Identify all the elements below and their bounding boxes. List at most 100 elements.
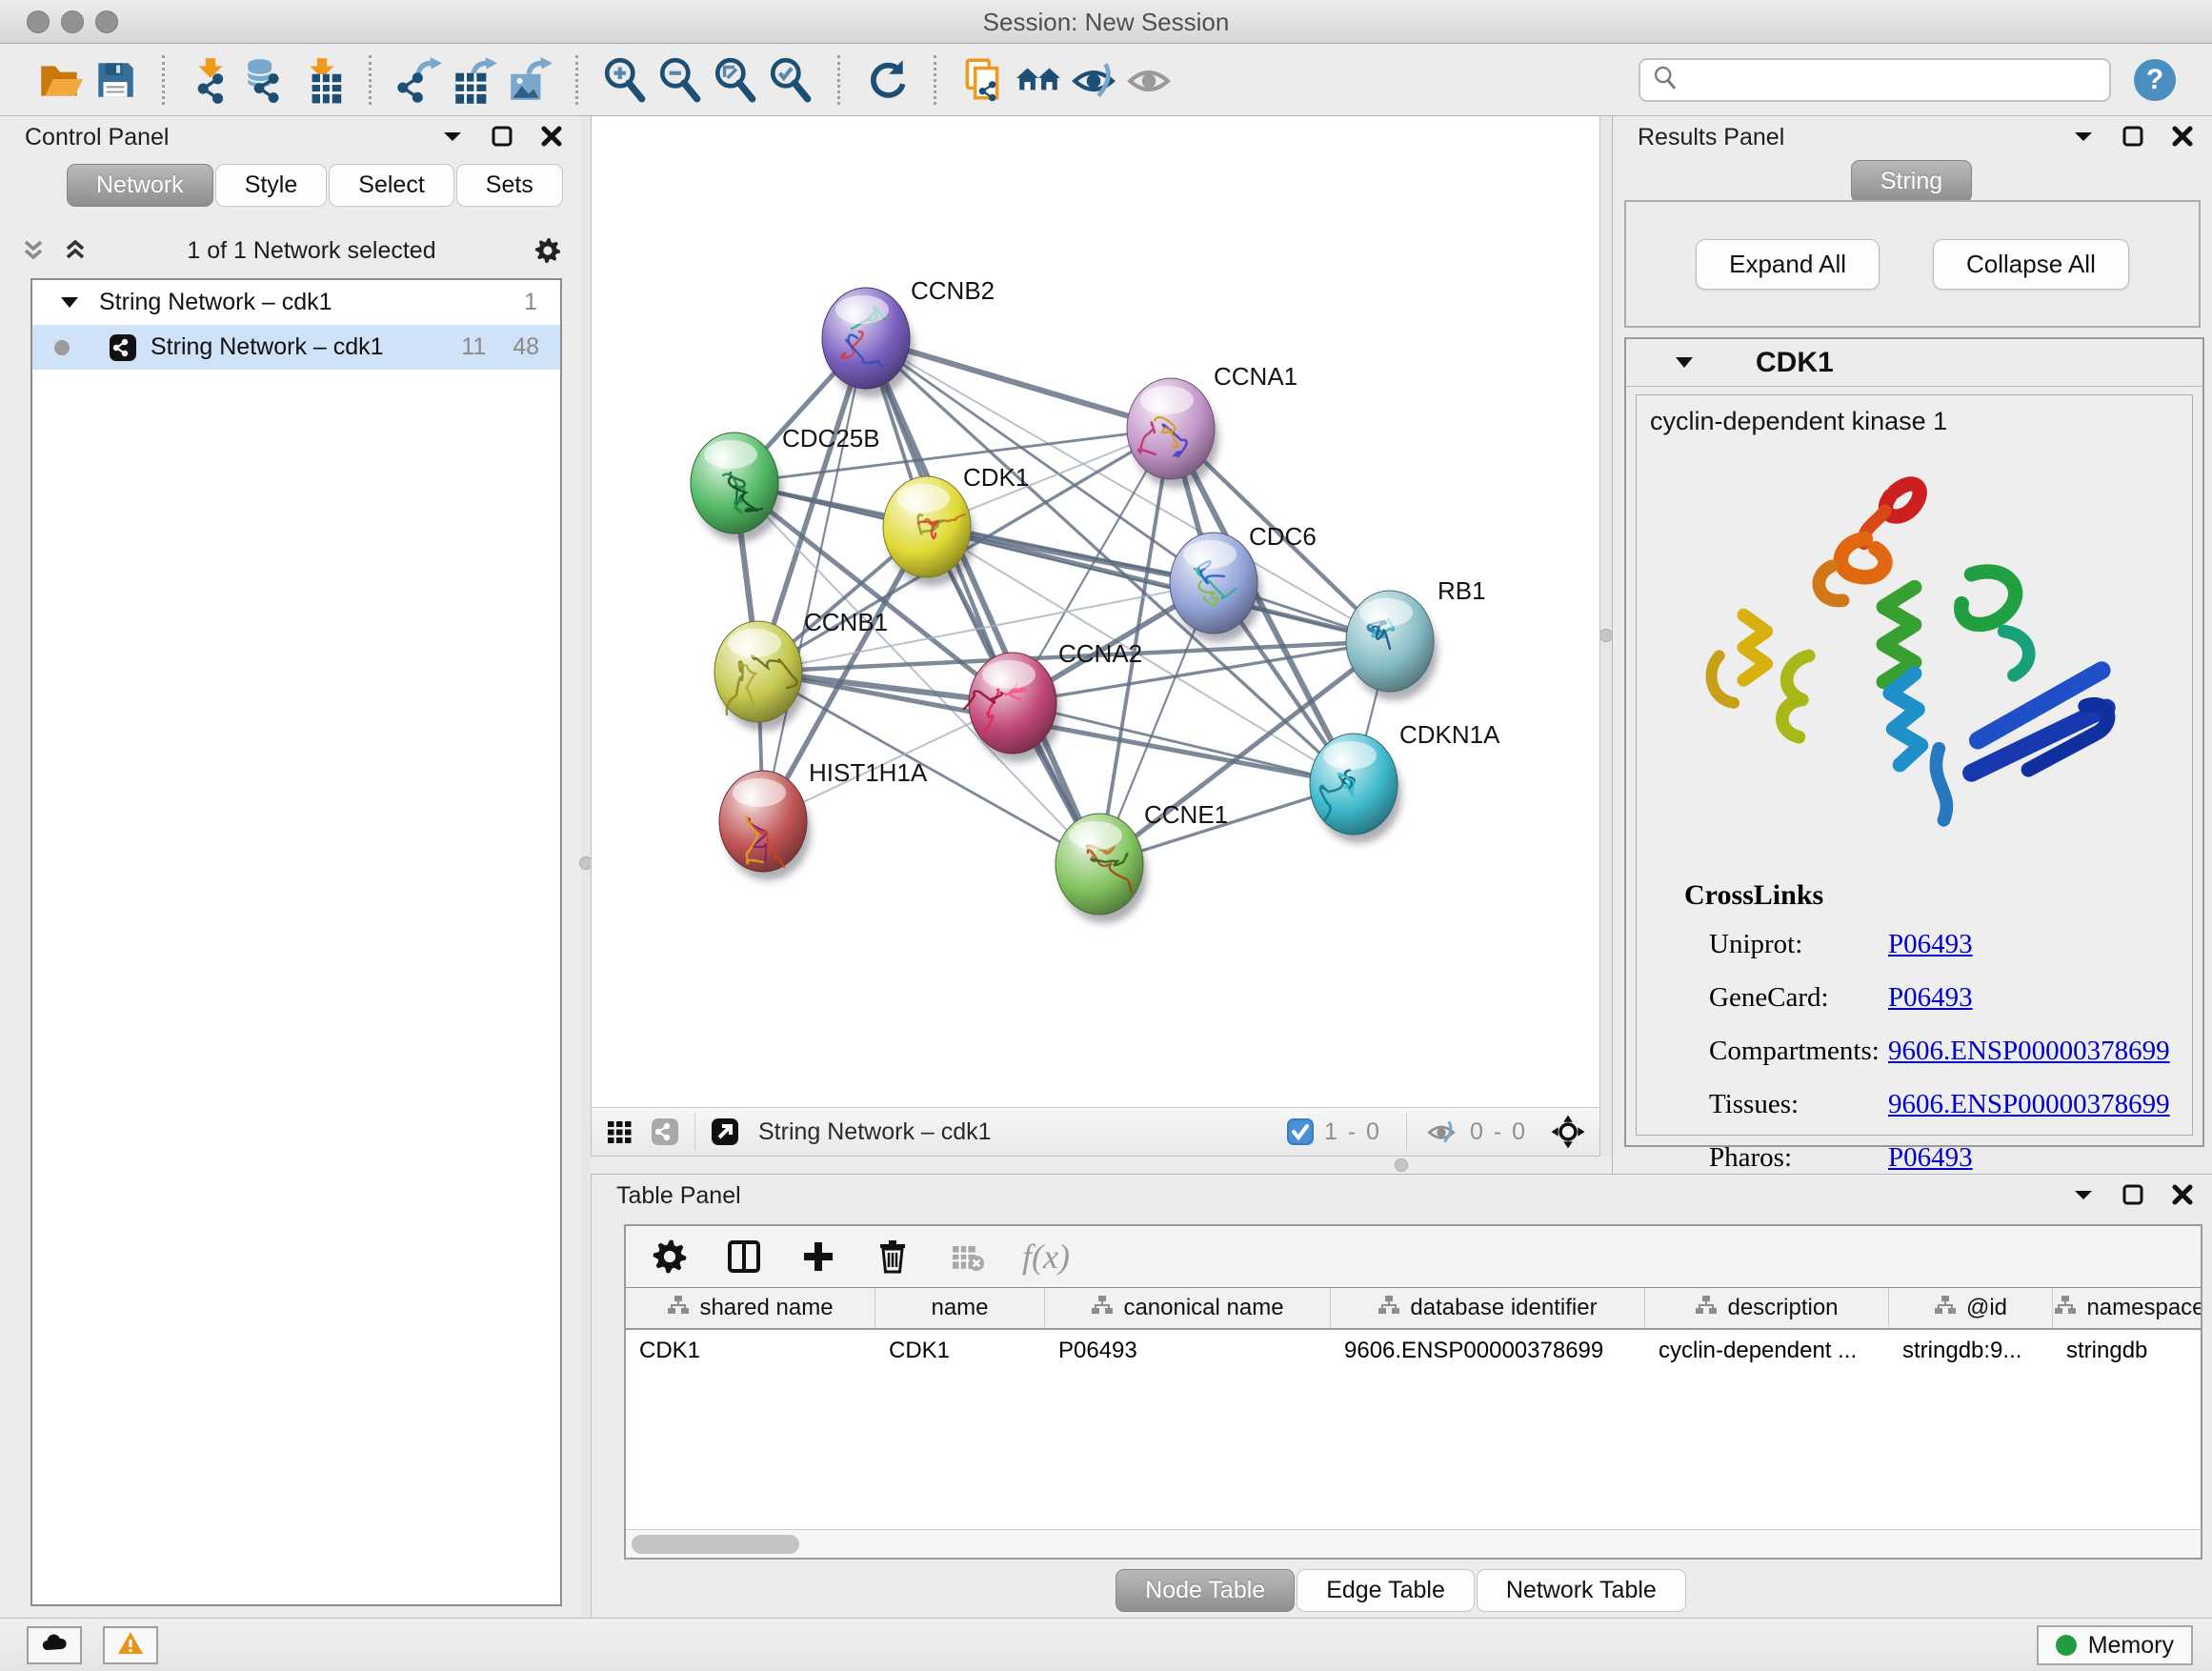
column-type-icon bbox=[1934, 1294, 1957, 1323]
network-node-CDC6[interactable]: CDC6 bbox=[1170, 522, 1317, 642]
expand-all-button[interactable]: Expand All bbox=[1696, 239, 1880, 290]
table-cell[interactable]: CDK1 bbox=[875, 1330, 1045, 1372]
tab-edge-table[interactable]: Edge Table bbox=[1297, 1569, 1475, 1612]
selected-checkbox[interactable] bbox=[1286, 1117, 1315, 1146]
crosslink-link[interactable]: P06493 bbox=[1888, 982, 1973, 1014]
right-splitter[interactable] bbox=[1600, 116, 1612, 1174]
show-columns-icon[interactable] bbox=[725, 1238, 763, 1276]
tab-style[interactable]: Style bbox=[215, 164, 328, 207]
scrollbar-thumb[interactable] bbox=[632, 1535, 799, 1554]
export-network-button[interactable] bbox=[391, 52, 446, 108]
column-header--id[interactable]: @id bbox=[1889, 1288, 2053, 1328]
results-panel-title: Results Panel bbox=[1638, 124, 1784, 151]
collapse-all-button[interactable]: Collapse All bbox=[1933, 239, 2129, 290]
crosslink-link[interactable]: 9606.ENSP00000378699 bbox=[1888, 1089, 2170, 1120]
hide-selected-button[interactable] bbox=[1066, 52, 1121, 108]
network-collection-row[interactable]: String Network – cdk1 1 bbox=[32, 280, 560, 325]
network-options-gear-icon[interactable] bbox=[533, 236, 562, 265]
panel-close-icon[interactable] bbox=[2170, 124, 2195, 155]
table-options-gear-icon[interactable] bbox=[651, 1238, 689, 1276]
warnings-button[interactable] bbox=[103, 1626, 158, 1664]
column-header-name[interactable]: name bbox=[875, 1288, 1045, 1328]
search-box[interactable] bbox=[1639, 58, 2111, 102]
network-node-CCNB1[interactable]: CCNB1 bbox=[714, 608, 888, 731]
tab-node-table[interactable]: Node Table bbox=[1116, 1569, 1295, 1612]
table-cell[interactable]: stringdb:9... bbox=[1889, 1330, 2053, 1372]
export-image-button[interactable] bbox=[501, 52, 556, 108]
import-database-button[interactable] bbox=[239, 52, 294, 108]
table-cell[interactable]: CDK1 bbox=[626, 1330, 875, 1372]
delete-column-icon[interactable] bbox=[874, 1238, 912, 1276]
panel-menu-icon[interactable] bbox=[440, 124, 465, 155]
crosslink-link[interactable]: P06493 bbox=[1888, 1142, 1973, 1174]
network-node-CCNE1[interactable]: CCNE1 bbox=[1056, 800, 1228, 923]
panel-float-icon[interactable] bbox=[2121, 1182, 2145, 1214]
crosslink-link[interactable]: P06493 bbox=[1888, 929, 1973, 960]
network-status-dot bbox=[48, 333, 76, 362]
zoom-out-button[interactable] bbox=[653, 52, 708, 108]
tab-string[interactable]: String bbox=[1851, 160, 1972, 203]
column-header-shared-name[interactable]: shared name bbox=[626, 1288, 875, 1328]
table-cell[interactable]: cyclin-dependent ... bbox=[1645, 1330, 1889, 1372]
first-neighbors-button[interactable] bbox=[1011, 52, 1066, 108]
tab-select[interactable]: Select bbox=[329, 164, 453, 207]
table-horizontal-scrollbar[interactable] bbox=[626, 1529, 2201, 1558]
protein-expand-icon[interactable] bbox=[1670, 349, 1699, 377]
collapse-all-networks-icon[interactable] bbox=[19, 236, 48, 265]
open-folder-button[interactable] bbox=[32, 52, 88, 108]
table-row[interactable]: CDK1CDK1P064939606.ENSP00000378699cyclin… bbox=[626, 1330, 2201, 1372]
horizontal-splitter-grip[interactable] bbox=[1395, 1158, 1408, 1172]
help-button[interactable]: ? bbox=[2132, 57, 2178, 103]
detach-view-icon[interactable] bbox=[711, 1117, 739, 1146]
cloud-status-button[interactable] bbox=[27, 1626, 82, 1664]
network-node-count: 11 bbox=[461, 333, 486, 361]
protein-structure-image bbox=[1665, 462, 2161, 853]
table-cell[interactable]: 9606.ENSP00000378699 bbox=[1331, 1330, 1645, 1372]
expand-all-networks-icon[interactable] bbox=[61, 236, 90, 265]
panel-close-icon[interactable] bbox=[2170, 1182, 2195, 1214]
node-table[interactable]: shared namenamecanonical namedatabase id… bbox=[626, 1287, 2201, 1529]
column-header-namespace[interactable]: namespace bbox=[2053, 1288, 2201, 1328]
protein-card-header[interactable]: CDK1 bbox=[1626, 339, 2202, 387]
right-splitter-grip[interactable] bbox=[1599, 629, 1613, 642]
column-header-description[interactable]: description bbox=[1645, 1288, 1889, 1328]
collection-expand-icon[interactable] bbox=[55, 289, 84, 317]
import-table-button[interactable] bbox=[294, 52, 350, 108]
table-cell[interactable]: P06493 bbox=[1045, 1330, 1331, 1372]
control-panel-tabs: NetworkStyleSelectSets bbox=[67, 164, 565, 207]
panel-menu-icon[interactable] bbox=[2071, 124, 2096, 155]
network-canvas[interactable]: CCNB2 CCNA1 CDC25B CDK1 CDC6 RB1 CCNB1 C… bbox=[591, 116, 1600, 1107]
add-column-icon[interactable] bbox=[799, 1238, 837, 1276]
birds-eye-view-icon[interactable] bbox=[1550, 1114, 1586, 1150]
panel-menu-icon[interactable] bbox=[2071, 1182, 2096, 1214]
zoom-selected-button[interactable] bbox=[763, 52, 818, 108]
crosslink-link[interactable]: 9606.ENSP00000378699 bbox=[1888, 1036, 2170, 1067]
tab-network[interactable]: Network bbox=[67, 164, 213, 207]
tab-sets[interactable]: Sets bbox=[456, 164, 563, 207]
tab-network-table[interactable]: Network Table bbox=[1477, 1569, 1686, 1612]
refresh-button[interactable] bbox=[859, 52, 915, 108]
network-node-HIST1H1A[interactable]: HIST1H1A bbox=[719, 758, 928, 880]
memory-button[interactable]: Memory bbox=[2037, 1625, 2193, 1665]
panel-close-icon[interactable] bbox=[539, 124, 564, 155]
network-node-RB1[interactable]: RB1 bbox=[1346, 576, 1486, 700]
save-button[interactable] bbox=[88, 52, 143, 108]
panel-float-icon[interactable] bbox=[490, 124, 514, 155]
network-view-type-icon[interactable] bbox=[651, 1117, 679, 1146]
zoom-in-button[interactable] bbox=[597, 52, 653, 108]
column-header-database-identifier[interactable]: database identifier bbox=[1331, 1288, 1645, 1328]
network-row[interactable]: String Network – cdk1 11 48 bbox=[32, 325, 560, 370]
hidden-items-icon[interactable] bbox=[1422, 1117, 1460, 1147]
panel-float-icon[interactable] bbox=[2121, 124, 2145, 155]
selected-node-edge-count: 1 - 0 bbox=[1324, 1118, 1381, 1146]
network-node-CDKN1A[interactable]: CDKN1A bbox=[1310, 720, 1500, 843]
column-header-canonical-name[interactable]: canonical name bbox=[1045, 1288, 1331, 1328]
new-from-selection-button[interactable] bbox=[955, 52, 1011, 108]
table-cell[interactable]: stringdb bbox=[2053, 1330, 2201, 1372]
export-table-button[interactable] bbox=[446, 52, 501, 108]
network-graph[interactable]: CCNB2 CCNA1 CDC25B CDK1 CDC6 RB1 CCNB1 C… bbox=[592, 116, 1601, 1107]
grid-view-icon[interactable] bbox=[605, 1117, 633, 1146]
search-input[interactable] bbox=[1688, 66, 2098, 94]
import-network-button[interactable] bbox=[184, 52, 239, 108]
zoom-fit-button[interactable] bbox=[708, 52, 763, 108]
